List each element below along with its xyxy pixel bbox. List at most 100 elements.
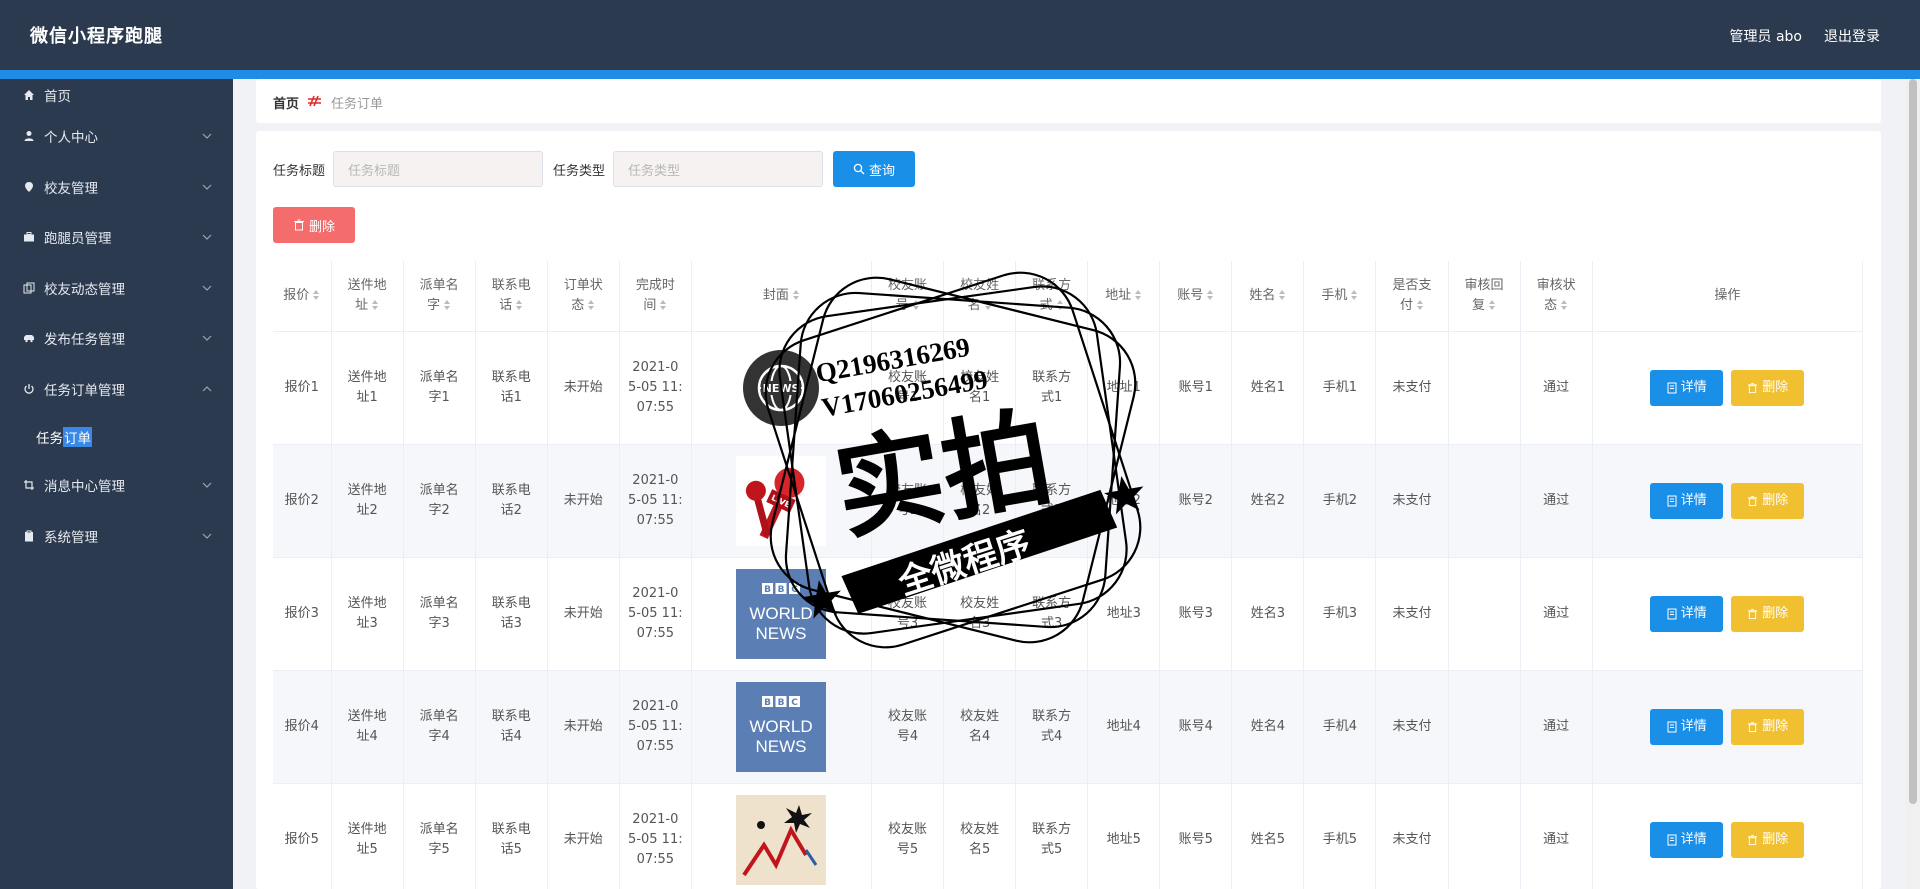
svg-text:B: B <box>765 585 772 595</box>
sidebar-item-alumni-feed[interactable]: 校友动态管理 <box>0 263 233 314</box>
cell-text: 姓名1 <box>1250 379 1285 395</box>
sidebar-item-label: 首页 <box>44 89 71 105</box>
cell-text: 账号3 <box>1178 605 1213 621</box>
column-header[interactable]: 审核回复 <box>1448 261 1521 332</box>
sidebar-item-runners[interactable]: 跑腿员管理 <box>0 212 233 263</box>
trash-icon <box>1748 495 1758 506</box>
detail-button[interactable]: 详情 <box>1650 369 1724 406</box>
sort-icon[interactable] <box>1416 299 1424 311</box>
sidebar-item-home[interactable]: 首页 <box>0 79 233 111</box>
sort-icon[interactable] <box>1134 289 1142 301</box>
breadcrumb-home[interactable]: 首页 <box>273 93 299 112</box>
column-header-text: 审核状 <box>1536 277 1576 293</box>
detail-button[interactable]: 详情 <box>1650 821 1724 858</box>
sort-icon[interactable] <box>1056 299 1064 311</box>
detail-button[interactable]: 详情 <box>1650 708 1724 745</box>
cell-reply <box>1448 783 1521 889</box>
row-delete-button[interactable]: 删除 <box>1731 369 1805 406</box>
row-delete-button[interactable]: 删除 <box>1731 595 1805 632</box>
row-delete-button[interactable]: 删除 <box>1731 821 1805 858</box>
sort-icon[interactable] <box>312 289 320 301</box>
sort-icon[interactable] <box>1560 299 1568 311</box>
sidebar-item-task-orders[interactable]: 任务订单管理 <box>0 364 233 415</box>
detail-label: 详情 <box>1680 379 1707 395</box>
svg-text:WORLD: WORLD <box>750 717 813 736</box>
column-header[interactable]: 地址 <box>1087 261 1161 332</box>
sidebar-item-alumni[interactable]: 校友管理 <box>0 162 233 213</box>
column-header[interactable]: 订单状态 <box>547 261 620 332</box>
sort-icon[interactable] <box>515 299 523 311</box>
column-header-text: 校友姓 <box>960 277 1000 293</box>
trash-icon <box>293 219 304 231</box>
column-header-text: 付 <box>1399 297 1413 313</box>
detail-button[interactable]: 详情 <box>1650 595 1724 632</box>
sort-icon[interactable] <box>371 299 379 311</box>
column-header[interactable]: 派单名字 <box>403 261 476 332</box>
column-header[interactable]: 审核状态 <box>1520 261 1593 332</box>
page-scrollbar[interactable] <box>1906 79 1920 889</box>
svg-text:B: B <box>765 698 772 708</box>
column-header[interactable]: 手机 <box>1303 261 1377 332</box>
admin-user-label[interactable]: 管理员 abo <box>1730 26 1802 46</box>
column-header[interactable]: 操作 <box>1592 261 1864 332</box>
column-header[interactable]: 姓名 <box>1231 261 1305 332</box>
column-header[interactable]: 校友姓名 <box>943 261 1017 332</box>
column-header[interactable]: 报价 <box>273 261 332 332</box>
cell-price: 报价3 <box>273 557 332 671</box>
sort-icon[interactable] <box>984 299 992 311</box>
row-delete-button[interactable]: 删除 <box>1731 482 1805 519</box>
trash-icon <box>1748 721 1758 732</box>
cell-text: 未支付 <box>1392 831 1432 847</box>
task-title-input[interactable]: 任务标题 <box>333 151 544 187</box>
sidebar-item-system[interactable]: 系统管理 <box>0 511 233 562</box>
app-title: 微信小程序跑腿 <box>30 26 163 47</box>
cell-text: 校友账 号1 <box>888 369 928 405</box>
batch-delete-button[interactable]: 删除 <box>273 207 355 243</box>
sidebar-item-publish-task[interactable]: 发布任务管理 <box>0 313 233 364</box>
row-delete-button[interactable]: 删除 <box>1731 708 1805 745</box>
cell-status: 未开始 <box>547 331 620 445</box>
cell-text: 联系方 式2 <box>1032 482 1072 518</box>
cell-mobile: 手机5 <box>1303 783 1377 889</box>
scrollbar-thumb[interactable] <box>1909 79 1917 804</box>
column-header[interactable]: 是否支付 <box>1375 261 1449 332</box>
cell-text: 账号1 <box>1178 379 1213 395</box>
sort-icon[interactable] <box>587 299 595 311</box>
content-card: 任务标题 任务标题 任务类型 任务类型 查询 删除 报价 送件地址派单名字联系电话… <box>256 131 1881 889</box>
cell-acc: 校友账 号2 <box>871 444 945 558</box>
cell-account: 账号1 <box>1159 331 1233 445</box>
search-row: 任务标题 任务标题 任务类型 任务类型 查询 <box>273 151 916 187</box>
cell-text: 未支付 <box>1392 718 1432 734</box>
sidebar-subitem-task-orders[interactable]: 任务 订单 <box>0 414 233 460</box>
sidebar-item-personal[interactable]: 个人中心 <box>0 111 233 162</box>
sort-icon[interactable] <box>1278 289 1286 301</box>
chevron-down-icon <box>202 533 212 539</box>
query-button[interactable]: 查询 <box>833 151 916 187</box>
column-header[interactable]: 完成时间 <box>619 261 692 332</box>
detail-button[interactable]: 详情 <box>1650 482 1724 519</box>
column-header[interactable]: 账号 <box>1159 261 1233 332</box>
logout-link[interactable]: 退出登录 <box>1824 26 1880 46</box>
sort-icon[interactable] <box>1488 299 1496 311</box>
cell-text: 2021-0 5-05 11: 07:55 <box>628 359 683 415</box>
sort-icon[interactable] <box>1206 289 1214 301</box>
query-label: 查询 <box>869 163 896 179</box>
column-header[interactable]: 联系方式 <box>1015 261 1089 332</box>
cell-text: 派单名 字2 <box>419 482 459 518</box>
table-row: 报价3 送件地 址3 派单名 字3 联系电 话3 未开始 2021-0 5-05 11: … <box>273 557 1864 671</box>
column-header[interactable]: 校友账号 <box>871 261 945 332</box>
cell-contact: 联系方 式4 <box>1015 670 1089 784</box>
cell-account: 账号2 <box>1159 444 1233 558</box>
sort-icon[interactable] <box>792 289 800 301</box>
cell-text: 手机3 <box>1322 605 1358 621</box>
sidebar-item-messages[interactable]: 消息中心管理 <box>0 460 233 511</box>
sort-icon[interactable] <box>659 299 667 311</box>
column-header[interactable]: 封面 <box>691 261 873 332</box>
subitem-label-highlight: 订单 <box>63 427 92 447</box>
sort-icon[interactable] <box>912 299 920 311</box>
sort-icon[interactable] <box>443 299 451 311</box>
column-header[interactable]: 送件地址 <box>331 261 404 332</box>
task-type-input[interactable]: 任务类型 <box>613 151 824 187</box>
column-header[interactable]: 联系电话 <box>475 261 548 332</box>
sort-icon[interactable] <box>1350 289 1358 301</box>
